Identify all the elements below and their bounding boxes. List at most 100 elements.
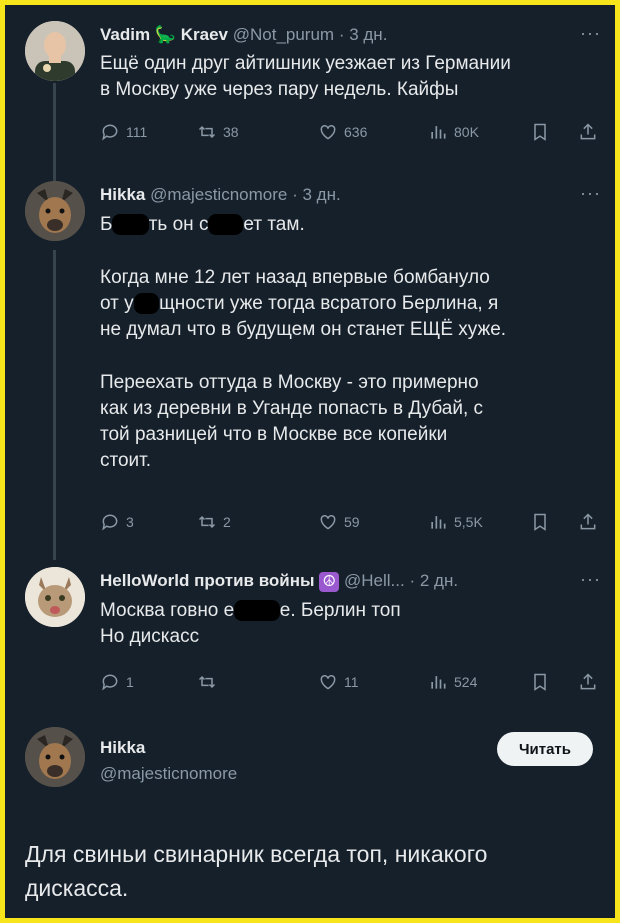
retweet-button[interactable]: 38 (197, 122, 239, 142)
peace-badge-icon: ☮ (319, 572, 340, 592)
text-line: Быть ть он с дох ет там. (100, 212, 600, 238)
thread-connector (53, 250, 56, 560)
tweet-text: Ещё один друг айтишник уезжает из Герман… (100, 51, 600, 103)
avatar[interactable] (25, 727, 85, 787)
text-line: в Москву уже через пару недель. Кайфы (100, 79, 459, 100)
tweet-text: Москва говно е вроп е. Берлин топ Но диска… (100, 598, 600, 650)
reply-button[interactable]: 1 (100, 672, 134, 692)
reply-button[interactable]: 111 (100, 122, 147, 142)
display-name[interactable]: HelloWorld против войны (100, 571, 315, 590)
reply-icon (102, 674, 118, 691)
censor-mark: ыть (112, 214, 149, 235)
heart-icon (320, 674, 336, 690)
action-bar: 3 2 59 5,5K (100, 512, 600, 536)
text-line: стоит. (100, 450, 152, 471)
more-options-icon[interactable]: ··· (580, 569, 601, 590)
follow-button[interactable]: Читать (497, 732, 593, 766)
like-count: 59 (344, 514, 360, 530)
tweet-header: HelloWorld против войны ☮ @Hell... · 2 д… (100, 571, 458, 592)
bookmark-button[interactable] (530, 122, 550, 142)
avatar[interactable] (25, 567, 85, 627)
censor-mark: дох (208, 214, 244, 235)
retweet-icon (198, 675, 216, 689)
display-name[interactable]: Vadim (100, 25, 150, 44)
retweet-icon (198, 125, 216, 139)
caption-line: дискасса. (25, 875, 129, 901)
reply-icon (102, 514, 118, 531)
thread-connector (53, 83, 56, 181)
text-fragment: ет там. (243, 214, 305, 235)
user-handle[interactable]: @Hell... (344, 571, 405, 590)
reply-count: 3 (126, 514, 134, 530)
share-icon (580, 673, 596, 690)
heart-icon (320, 514, 336, 530)
views-button[interactable]: 5,5K (428, 512, 483, 532)
bookmark-icon (534, 673, 546, 691)
text-fragment: ть он с (148, 214, 209, 235)
views-icon (431, 126, 446, 139)
text-fragment: щности уже тогда всратого Берлина, я (159, 293, 499, 314)
retweet-button[interactable]: 2 (197, 512, 231, 532)
tweet-header: Hikka @majesticnomore · 3 дн. (100, 185, 341, 205)
caption-text: Для свиньи свинарник всегда топ, никаког… (25, 837, 585, 905)
like-count: 11 (344, 674, 359, 690)
text-line: той разницей что в Москве все копейки (100, 424, 448, 445)
share-icon (580, 123, 596, 140)
retweet-count: 38 (223, 124, 239, 140)
avatar[interactable] (25, 181, 85, 241)
action-bar: 1 11 524 (100, 672, 600, 696)
text-line: не думал что в будущем он станет ЕЩЁ хуж… (100, 319, 507, 340)
views-button[interactable]: 80K (428, 122, 479, 142)
text-fragment: от у (100, 293, 134, 314)
heart-icon (320, 124, 336, 140)
text-line: Когда мне 12 лет назад впервые бомбануло (100, 267, 490, 288)
view-count: 5,5K (454, 514, 483, 530)
text-line: Переехать оттуда в Москву - это примерно (100, 372, 479, 393)
retweet-count: 2 (223, 514, 231, 530)
dinosaur-emoji: 🦕 (154, 25, 176, 44)
timestamp[interactable]: · 3 дн. (339, 25, 388, 44)
share-button[interactable] (578, 672, 598, 692)
retweet-icon (198, 515, 216, 529)
text-fragment: Б (100, 214, 113, 235)
text-line: Москва говно е вроп е. Берлин топ (100, 598, 600, 624)
censor-mark: вроп (234, 600, 280, 621)
retweet-button[interactable] (197, 672, 223, 692)
screenshot-frame: Vadim 🦕 Kraev @Not_purum · 3 дн. ··· Ещё… (5, 5, 615, 918)
share-button[interactable] (578, 122, 598, 142)
reply-count: 1 (126, 674, 134, 690)
more-options-icon[interactable]: ··· (580, 183, 601, 204)
reply-count: 111 (126, 124, 148, 140)
text-line: Но дискасс (100, 626, 200, 647)
share-icon (580, 513, 596, 530)
timestamp[interactable]: · 2 дн. (409, 571, 458, 590)
view-count: 524 (454, 674, 478, 690)
like-count: 636 (344, 124, 368, 140)
text-fragment: Москва говно е (100, 600, 235, 621)
share-button[interactable] (578, 512, 598, 532)
text-fragment: е. Берлин топ (279, 600, 401, 621)
like-button[interactable]: 11 (318, 672, 359, 692)
avatar[interactable] (25, 21, 85, 81)
bookmark-button[interactable] (530, 512, 550, 532)
reply-button[interactable]: 3 (100, 512, 134, 532)
display-name[interactable]: Hikka (100, 738, 145, 758)
display-name-suffix[interactable]: Kraev (181, 25, 228, 44)
user-handle[interactable]: @Not_purum (233, 25, 334, 44)
caption-line: Для свиньи свинарник всегда топ, никаког… (25, 841, 488, 867)
views-icon (431, 676, 446, 689)
like-button[interactable]: 59 (318, 512, 360, 532)
bookmark-button[interactable] (530, 672, 550, 692)
bookmark-icon (534, 513, 546, 531)
text-line: как из деревни в Уганде попасть в Дубай,… (100, 398, 483, 419)
timestamp[interactable]: · 3 дн. (292, 185, 341, 204)
like-button[interactable]: 636 (318, 122, 367, 142)
more-options-icon[interactable]: ··· (580, 23, 601, 44)
user-handle[interactable]: @majesticnomore (150, 185, 287, 204)
user-handle[interactable]: @majesticnomore (100, 764, 237, 784)
views-button[interactable]: 524 (428, 672, 477, 692)
text-line: от у бо щности уже тогда всратого Берлина,… (100, 291, 600, 317)
display-name[interactable]: Hikka (100, 185, 145, 204)
views-icon (431, 516, 446, 529)
text-line: Ещё один друг айтишник уезжает из Герман… (100, 53, 511, 74)
